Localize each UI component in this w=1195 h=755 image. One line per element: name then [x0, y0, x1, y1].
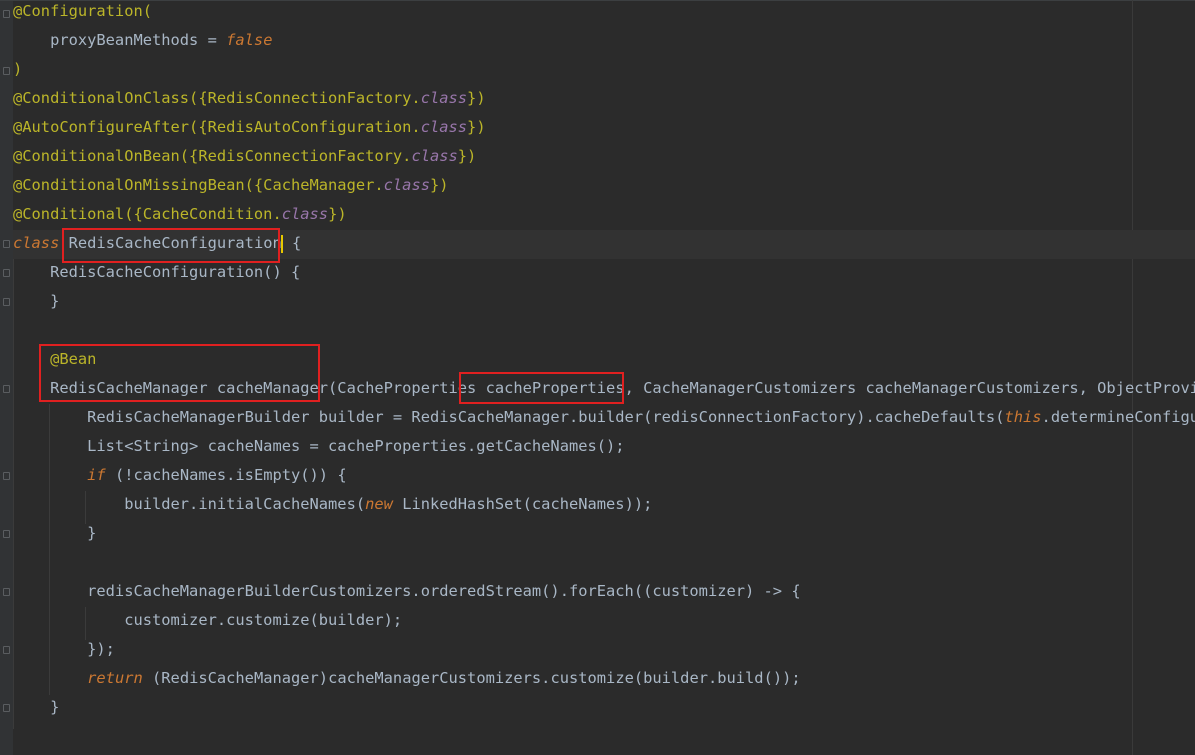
fold-marker-icon[interactable] — [3, 67, 10, 75]
code-line: ) — [13, 60, 23, 78]
code-line: } — [13, 524, 97, 542]
fold-marker-icon[interactable] — [3, 472, 10, 480]
fold-marker-icon[interactable] — [3, 269, 10, 277]
fold-marker-icon[interactable] — [3, 298, 10, 306]
fold-marker-icon[interactable] — [3, 240, 10, 248]
code-line: redisCacheManagerBuilderCustomizers.orde… — [13, 582, 801, 600]
fold-marker-icon[interactable] — [3, 385, 10, 393]
code-line: List<String> cacheNames = cachePropertie… — [13, 437, 625, 455]
bean-method-highlight-box — [39, 344, 320, 402]
editor-gutter[interactable] — [0, 0, 13, 755]
class-name-highlight-box — [62, 228, 280, 263]
code-line: @Conditional({CacheCondition.class}) — [13, 205, 347, 223]
fold-marker-icon[interactable] — [3, 10, 10, 18]
code-line: @ConditionalOnClass({RedisConnectionFact… — [13, 89, 486, 107]
code-line: @AutoConfigureAfter({RedisAutoConfigurat… — [13, 118, 486, 136]
cache-properties-highlight-box — [459, 372, 624, 404]
fold-marker-icon[interactable] — [3, 704, 10, 712]
code-line: RedisCacheManagerBuilder builder = Redis… — [13, 408, 1195, 426]
fold-marker-icon[interactable] — [3, 530, 10, 538]
code-line: customizer.customize(builder); — [13, 611, 403, 629]
fold-marker-icon[interactable] — [3, 646, 10, 654]
fold-marker-icon[interactable] — [3, 588, 10, 596]
code-line: @Configuration( — [13, 2, 152, 20]
code-line: return (RedisCacheManager)cacheManagerCu… — [87, 669, 801, 687]
code-line: @ConditionalOnBean({RedisConnectionFacto… — [13, 147, 477, 165]
code-line: } — [13, 292, 60, 310]
code-line: @ConditionalOnMissingBean({CacheManager.… — [13, 176, 449, 194]
code-line: builder.initialCacheNames(new LinkedHash… — [13, 495, 653, 513]
code-line: } — [13, 698, 60, 716]
code-line: if (!cacheNames.isEmpty()) { — [87, 466, 347, 484]
code-line: }); — [13, 640, 115, 658]
code-line: proxyBeanMethods = false — [13, 31, 273, 49]
editor-top-border — [0, 0, 1195, 1]
